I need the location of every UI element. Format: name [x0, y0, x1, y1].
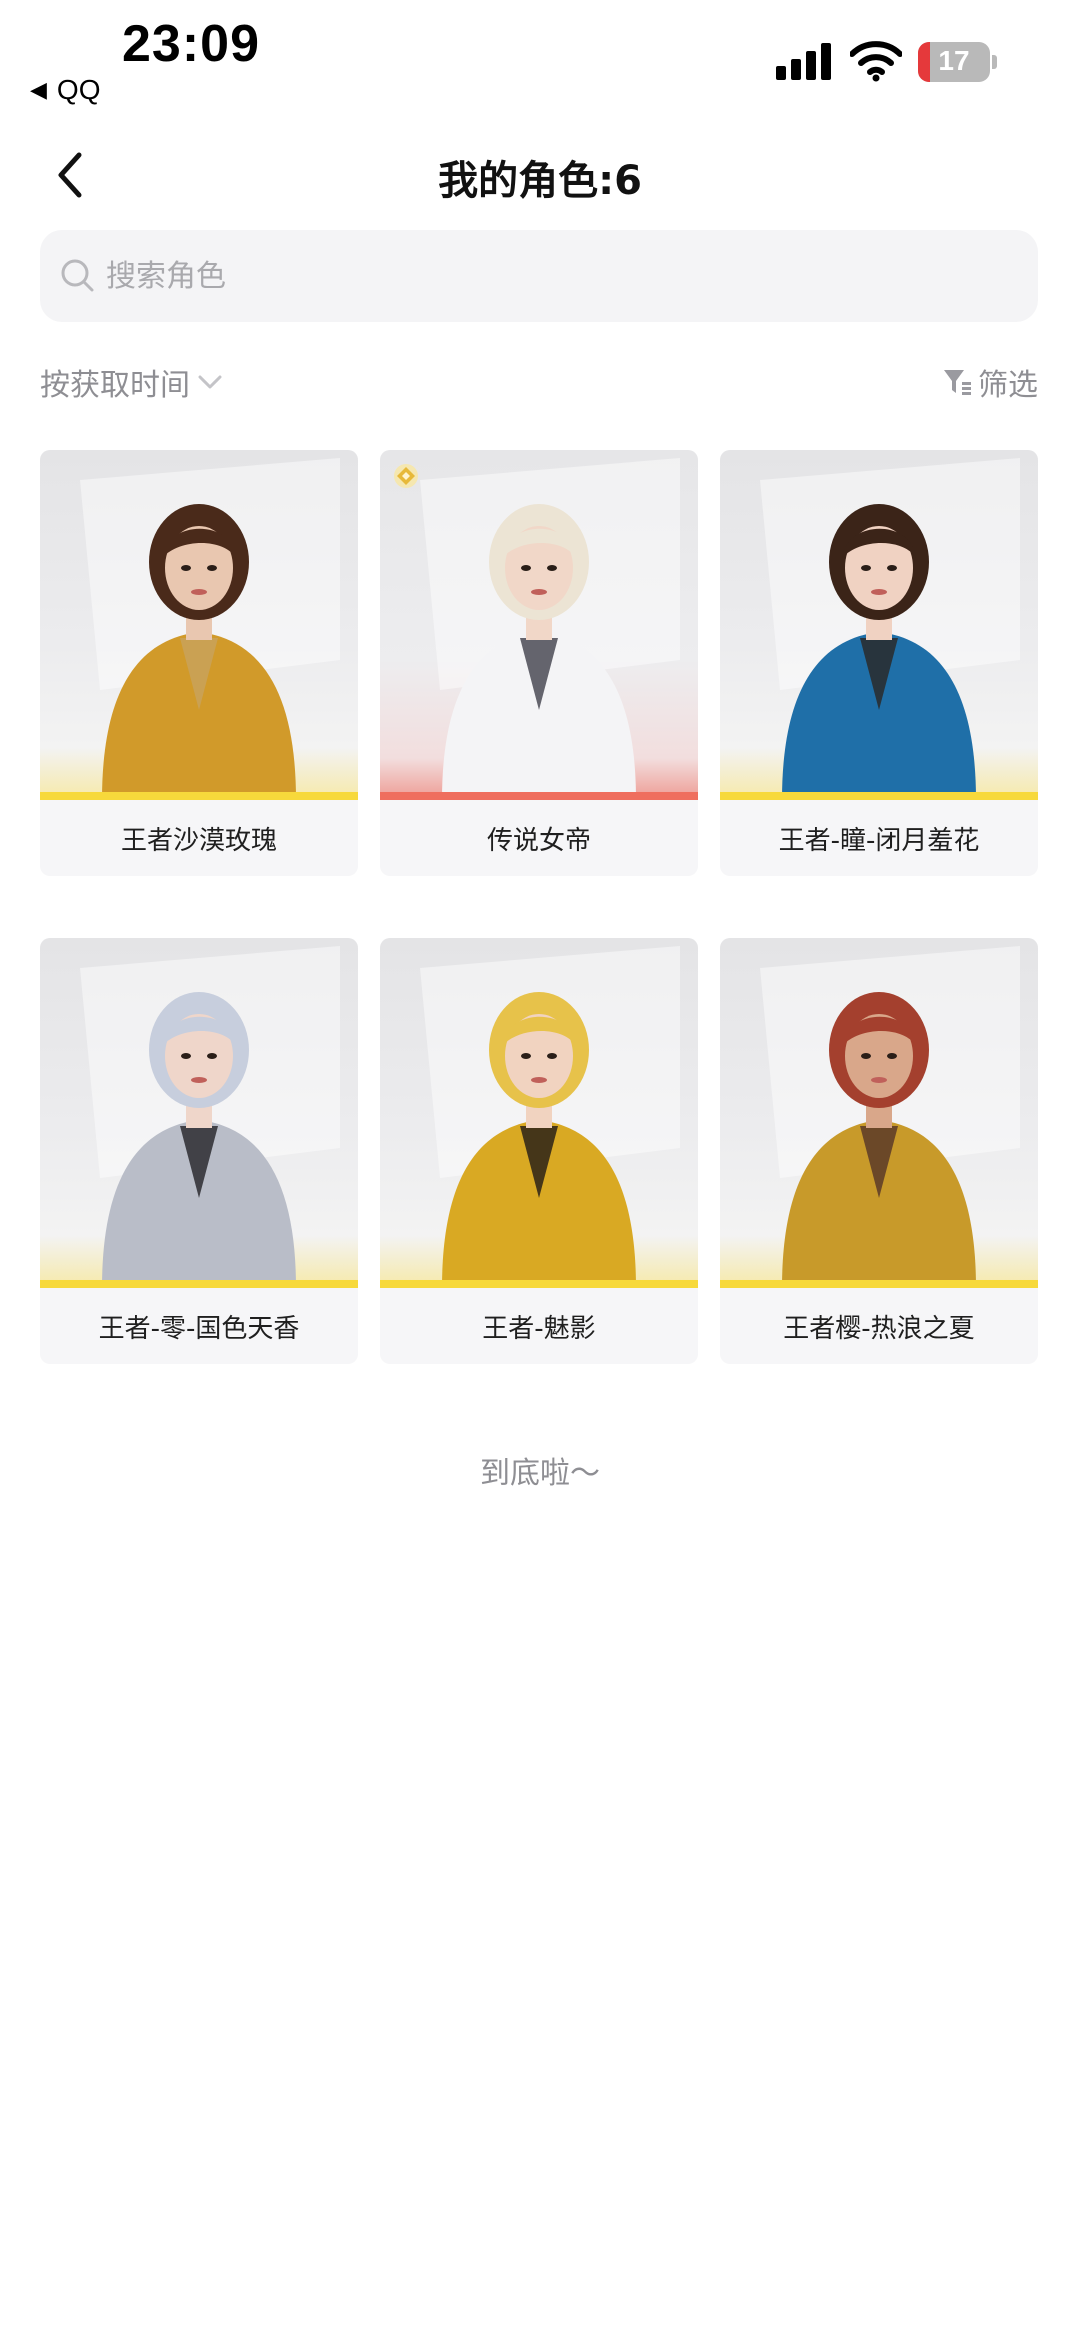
filter-icon: [944, 370, 971, 395]
character-illustration: [80, 458, 340, 800]
character-card[interactable]: 传说女帝: [380, 450, 698, 876]
character-illustration: [420, 946, 680, 1288]
character-name: 传说女帝: [486, 825, 591, 856]
nav-header: 我的角色:6: [0, 130, 1080, 220]
character-name: 王者-零-国色天香: [98, 1313, 300, 1344]
filter-label: 筛选: [978, 368, 1038, 403]
battery-percentage: 17: [938, 45, 970, 76]
character-name: 王者樱-热浪之夏: [783, 1313, 975, 1344]
back-app-label: QQ: [56, 74, 101, 105]
character-grid: 王者沙漠玫瑰 传说女帝 王者-瞳-闭月羞花 王者-零-国色天香 王者-魅影 王者…: [40, 450, 1038, 1364]
filter-button[interactable]: 筛选: [942, 360, 1038, 404]
character-card[interactable]: 王者樱-热浪之夏: [720, 938, 1038, 1364]
character-portrait: [380, 938, 698, 1288]
character-card[interactable]: 王者沙漠玫瑰: [40, 450, 358, 876]
character-portrait: [720, 450, 1038, 800]
sort-dropdown[interactable]: 按获取时间: [40, 360, 224, 404]
back-triangle-icon: ◀: [30, 77, 47, 102]
back-to-app-link[interactable]: ◀ QQ: [30, 74, 100, 106]
sort-label: 按获取时间: [40, 368, 190, 403]
wifi-icon: [850, 41, 902, 82]
chevron-down-icon: [198, 375, 222, 389]
character-name: 王者-瞳-闭月羞花: [778, 825, 980, 856]
sort-filter-bar: 按获取时间 筛选: [40, 360, 1038, 410]
character-portrait: [40, 938, 358, 1288]
character-portrait: [720, 938, 1038, 1288]
status-bar: 23:09 ◀ QQ 17: [0, 0, 1080, 120]
page-title: 我的角色:6: [438, 158, 642, 204]
search-icon: [61, 259, 94, 292]
character-name: 王者-魅影: [482, 1313, 596, 1344]
character-illustration: [760, 458, 1020, 800]
character-card[interactable]: 王者-瞳-闭月羞花: [720, 450, 1038, 876]
legend-rank-icon: [394, 464, 418, 488]
status-time: 23:09: [122, 15, 260, 73]
cellular-signal-icon: [776, 43, 831, 80]
character-card[interactable]: 王者-魅影: [380, 938, 698, 1364]
battery-icon: 17: [918, 42, 990, 82]
search-box[interactable]: [40, 230, 1038, 322]
character-illustration: [760, 946, 1020, 1288]
character-illustration: [80, 946, 340, 1288]
character-name: 王者沙漠玫瑰: [120, 825, 277, 856]
search-input[interactable]: [104, 245, 1038, 307]
battery-cap: [992, 55, 997, 69]
character-portrait: [40, 450, 358, 800]
character-card[interactable]: 王者-零-国色天香: [40, 938, 358, 1364]
character-portrait: [380, 450, 698, 800]
character-illustration: [394, 458, 680, 800]
end-of-list-text: 到底啦～: [480, 1456, 600, 1491]
